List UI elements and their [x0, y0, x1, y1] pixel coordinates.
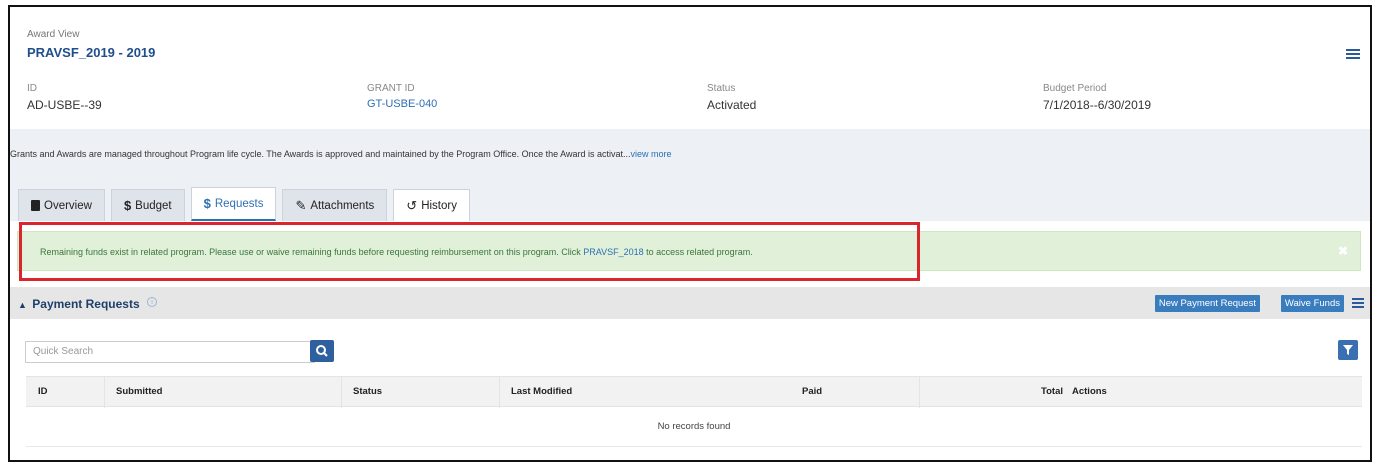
- tab-label: History: [421, 199, 457, 212]
- tab-history[interactable]: ↺ History: [393, 189, 470, 221]
- tab-label: Overview: [44, 199, 92, 212]
- new-payment-request-button[interactable]: New Payment Request: [1154, 295, 1260, 312]
- column-header-id[interactable]: ID: [38, 386, 48, 397]
- highlight-box: [19, 222, 920, 281]
- view-more-link[interactable]: view more: [631, 149, 672, 159]
- paperclip-icon: ✎: [295, 197, 307, 213]
- award-header: Award View PRAVSF_2019 - 2019 ID AD-USBE…: [10, 7, 1370, 129]
- column-header-actions: Actions: [1072, 386, 1107, 397]
- tab-budget[interactable]: $ Budget: [110, 189, 185, 221]
- table-header: ID Submitted Status Last Modified Paid T…: [26, 376, 1362, 408]
- empty-row: No records found: [26, 407, 1362, 447]
- hamburger-menu-icon[interactable]: [1346, 49, 1360, 60]
- field-grant-id: GRANT ID GT-USBE-040: [367, 83, 437, 110]
- search-button[interactable]: [310, 340, 334, 362]
- waive-funds-button[interactable]: Waive Funds: [1280, 295, 1344, 312]
- tab-overview[interactable]: Overview: [18, 189, 105, 221]
- search-icon: [316, 345, 328, 357]
- field-value: AD-USBE--39: [27, 98, 102, 112]
- field-label: ID: [27, 83, 37, 94]
- tab-requests[interactable]: $ Requests: [190, 187, 277, 221]
- app-frame: Award View PRAVSF_2019 - 2019 ID AD-USBE…: [8, 5, 1372, 462]
- no-records-message: No records found: [657, 421, 731, 432]
- field-budget-period: Budget Period 7/1/2018--6/30/2019: [1043, 83, 1151, 112]
- tab-label: Attachments: [310, 199, 375, 212]
- field-status: Status Activated: [707, 83, 756, 112]
- award-title: PRAVSF_2019 - 2019: [27, 45, 156, 60]
- column-header-last-modified[interactable]: Last Modified: [511, 386, 572, 397]
- payment-requests-toggle[interactable]: ▲ Payment Requests i: [18, 297, 157, 311]
- field-label: Budget Period: [1043, 83, 1107, 94]
- dollar-icon: $: [203, 196, 211, 211]
- payment-requests-header: ▲ Payment Requests i New Payment Request…: [10, 287, 1370, 319]
- tab-attachments[interactable]: ✎ Attachments: [282, 189, 388, 221]
- award-caption: Award View: [27, 29, 80, 40]
- column-header-submitted[interactable]: Submitted: [116, 386, 162, 397]
- description-body: Grants and Awards are managed throughout…: [10, 149, 631, 159]
- caret-up-icon: ▲: [18, 300, 27, 310]
- history-icon: ↺: [406, 197, 418, 213]
- field-value: 7/1/2018--6/30/2019: [1043, 98, 1152, 112]
- field-label: GRANT ID: [367, 83, 415, 94]
- payment-requests-title: Payment Requests: [32, 297, 140, 311]
- column-header-total[interactable]: Total: [1041, 386, 1063, 397]
- info-icon[interactable]: i: [146, 297, 157, 307]
- close-icon[interactable]: ✖: [1338, 244, 1348, 258]
- field-value: Activated: [707, 98, 757, 112]
- description-bar: Grants and Awards are managed throughout…: [10, 129, 1370, 221]
- dollar-icon: $: [123, 198, 132, 213]
- filter-icon: [1343, 345, 1353, 355]
- hamburger-menu-icon[interactable]: [1352, 298, 1364, 308]
- payment-requests-table: ID Submitted Status Last Modified Paid T…: [26, 376, 1362, 447]
- field-id: ID AD-USBE--39: [27, 83, 102, 112]
- quick-search-input[interactable]: Quick Search: [25, 341, 315, 363]
- description-text: Grants and Awards are managed throughout…: [10, 149, 672, 159]
- filter-button[interactable]: [1338, 340, 1358, 360]
- tab-bar: Overview $ Budget $ Requests ✎ Attachmen…: [18, 183, 470, 221]
- book-icon: [31, 200, 40, 211]
- tab-label: Requests: [214, 197, 264, 210]
- column-header-paid[interactable]: Paid: [802, 386, 822, 397]
- grant-id-link[interactable]: GT-USBE-040: [367, 98, 437, 110]
- field-label: Status: [707, 83, 736, 94]
- tab-label: Budget: [135, 199, 172, 212]
- column-header-status[interactable]: Status: [353, 386, 382, 397]
